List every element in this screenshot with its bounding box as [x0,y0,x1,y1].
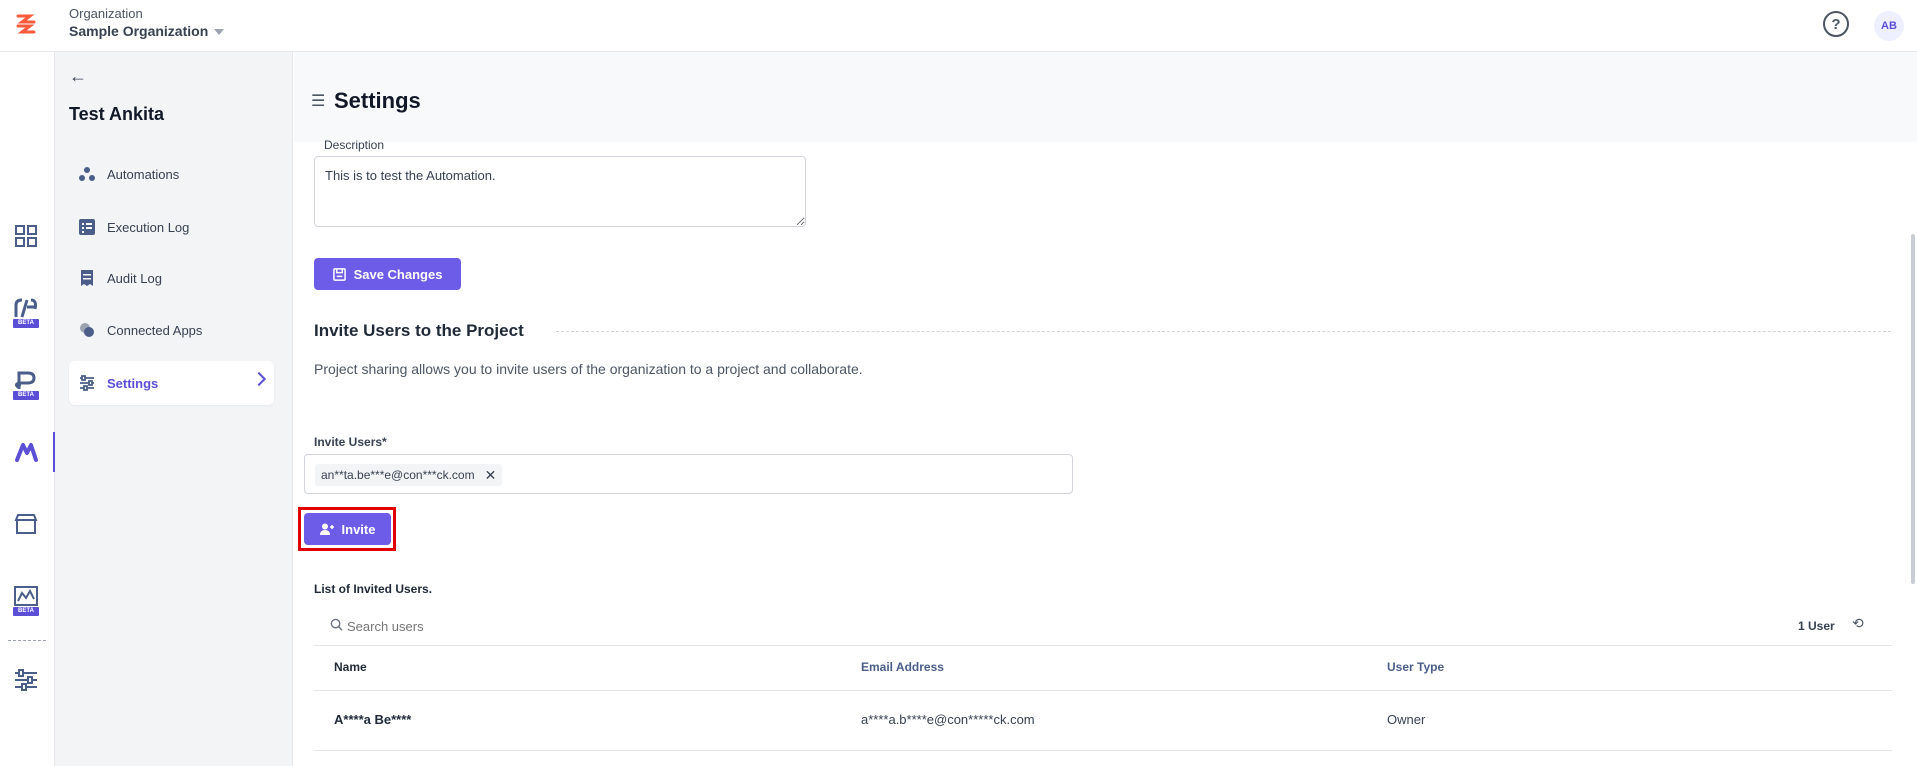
close-icon[interactable]: ✕ [485,467,497,484]
sidenav-item-label: Execution Log [107,219,190,235]
table-header-divider [314,690,1892,691]
search-icon [330,618,343,631]
description-field[interactable]: This is to test the Automation. [314,156,806,227]
sidenav-item-label: Connected Apps [107,322,203,338]
receipt-icon [79,270,95,286]
sidenav-item-audit-log[interactable]: Audit Log [69,256,274,300]
sliders-icon[interactable] [12,666,40,694]
cell-email: a****a.b****e@con*****ck.com [861,712,1035,727]
store-icon[interactable] [12,510,40,538]
org-name-text: Sample Organization [69,23,209,39]
org-switcher[interactable]: Organization Sample Organization [69,6,225,39]
invite-button-label: Invite [341,521,376,537]
automation-icon[interactable] [12,438,40,466]
invite-section-description: Project sharing allows you to invite use… [314,361,863,377]
refresh-icon[interactable]: ⟲ [1852,615,1864,632]
chevron-right-icon [251,371,267,387]
add-user-icon [319,523,334,535]
save-changes-button[interactable]: Save Changes [314,258,461,290]
top-bar: Organization Sample Organization ? AB [0,0,1917,52]
invite-users-label: Invite Users* [314,435,387,449]
beta-badge: BETA [13,319,39,328]
chart-beta-icon[interactable]: BETA [12,582,40,616]
invite-button[interactable]: Invite [304,513,391,545]
section-divider [556,331,1891,332]
org-name[interactable]: Sample Organization [69,23,225,39]
invited-users-list-label: List of Invited Users. [314,582,433,596]
sidenav-item-label: Automations [107,166,180,182]
avatar[interactable]: AB [1874,11,1904,41]
main-content: ☰ Settings Description This is to test t… [294,52,1917,766]
sidenav-item-settings[interactable]: Settings [69,361,274,405]
save-changes-label: Save Changes [353,266,443,282]
invite-user-chip: an**ta.be***e@con***ck.com ✕ [315,464,503,486]
users-search-bar: 1 User ⟲ [314,606,1892,646]
automations-icon [79,166,95,182]
sidenav-item-label: Audit Log [107,270,162,286]
grid-icon[interactable] [12,222,40,250]
app-logo-icon[interactable] [12,12,40,38]
menu-icon[interactable]: ☰ [311,91,325,111]
rf-beta-icon[interactable]: BETA [12,294,40,328]
table-row-divider [314,750,1892,751]
sidenav-item-automations[interactable]: Automations [69,152,274,196]
page-scrollbar[interactable] [1911,234,1915,584]
settings-sliders-icon [79,375,95,391]
p-beta-icon[interactable]: BETA [12,366,40,400]
question-circle-icon[interactable]: ? [1823,11,1849,37]
org-label: Organization [69,6,143,21]
beta-badge: BETA [13,607,39,616]
search-users-input[interactable] [347,616,747,636]
save-icon [332,267,346,281]
description-label: Description [324,138,385,152]
project-sidenav: ← Test Ankita Automations Execution Log … [55,52,293,766]
invite-user-chip-text: an**ta.be***e@con***ck.com [321,468,475,482]
cell-user-type: Owner [1387,712,1426,727]
cell-name: A****a Be**** [334,712,412,727]
list-icon [79,219,95,235]
user-count: 1 User [1798,619,1835,633]
rail-divider [8,640,46,641]
invite-section-title: Invite Users to the Project [314,321,524,340]
icon-rail: BETA BETA BETA [0,52,55,766]
sidenav-item-connected-apps[interactable]: Connected Apps [69,308,274,352]
column-header-name[interactable]: Name [334,660,367,674]
connected-apps-icon [79,322,95,338]
beta-badge: BETA [13,391,39,400]
back-arrow-icon[interactable]: ← [69,66,87,87]
invite-users-input[interactable]: an**ta.be***e@con***ck.com ✕ [304,454,1073,494]
column-header-email[interactable]: Email Address [861,660,944,674]
caret-down-icon [214,29,225,35]
page-header: ☰ Settings [294,52,1917,142]
sidenav-item-label: Settings [107,375,159,391]
sidenav-item-execution-log[interactable]: Execution Log [69,205,274,249]
project-title: Test Ankita [69,104,165,124]
page-title: Settings [334,88,421,113]
column-header-user-type[interactable]: User Type [1387,660,1444,674]
